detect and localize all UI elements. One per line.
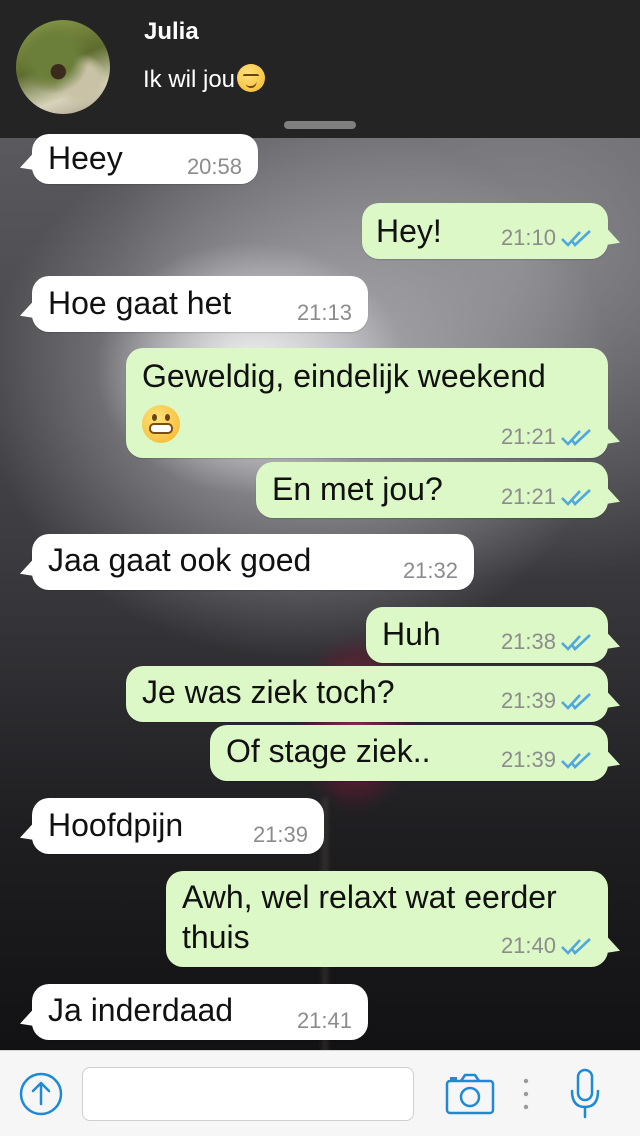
message-time-row: 21:39	[501, 688, 594, 714]
message-input-bar	[0, 1050, 640, 1136]
smirking-face-emoji-icon	[237, 64, 266, 92]
message-incoming[interactable]: Heey 20:58	[32, 134, 258, 184]
grinning-face-emoji-icon	[142, 405, 180, 443]
message-time: 21:38	[500, 629, 556, 654]
message-time: 21:21	[500, 424, 556, 449]
message-outgoing[interactable]: Hey! 21:10	[362, 203, 608, 259]
message-text: Heey	[48, 140, 123, 176]
message-text: Hoofdpijn	[48, 807, 184, 843]
read-receipt-icon	[561, 634, 591, 651]
read-receipt-icon	[561, 693, 591, 710]
message-outgoing[interactable]: Je was ziek toch? 21:39	[126, 666, 608, 722]
wallpaper-flower	[300, 638, 410, 808]
message-text: Of stage ziek..	[226, 733, 431, 769]
message-time: 20:58	[186, 154, 242, 179]
message-incoming[interactable]: Hoe gaat het 21:13	[32, 276, 368, 332]
message-time-row: 21:10	[501, 225, 594, 251]
message-outgoing[interactable]: Of stage ziek.. 21:39	[210, 725, 608, 781]
message-time-row: 21:21	[501, 484, 594, 510]
message-time: 21:39	[252, 822, 308, 847]
message-incoming[interactable]: Ja inderdaad 21:41	[32, 984, 368, 1040]
message-time: 21:40	[500, 933, 556, 958]
message-text: Ja inderdaad	[48, 992, 234, 1028]
message-text: Hey!	[376, 213, 442, 249]
chat-header[interactable]: Julia Ik wil jou	[0, 0, 640, 138]
message-text: Je was ziek toch?	[142, 674, 395, 710]
message-outgoing[interactable]: Huh 21:38	[366, 607, 608, 663]
message-time-row: 21:21	[501, 424, 594, 450]
message-text: Geweldig, eindelijk weekend	[142, 358, 546, 394]
message-text: En met jou?	[272, 471, 443, 507]
message-time: 21:39	[500, 747, 556, 772]
message-outgoing[interactable]: Geweldig, eindelijk weekend 21:21	[126, 348, 608, 458]
read-receipt-icon	[561, 429, 591, 446]
message-time: 21:41	[296, 1008, 352, 1033]
contact-status-text: Ik wil jou	[143, 66, 236, 93]
message-time: 21:13	[296, 300, 352, 325]
contact-name[interactable]: Julia	[144, 18, 199, 46]
more-dots-icon[interactable]	[522, 1076, 530, 1112]
message-time: 21:39	[500, 688, 556, 713]
message-time: 21:10	[500, 225, 556, 250]
message-text: Huh	[382, 616, 441, 652]
message-text: Jaa gaat ook goed	[48, 542, 312, 578]
upload-arrow-icon[interactable]	[18, 1071, 64, 1117]
contact-status: Ik wil jou	[143, 64, 266, 94]
microphone-icon[interactable]	[568, 1067, 602, 1121]
message-time-row: 21:38	[501, 629, 594, 655]
message-input[interactable]	[82, 1067, 414, 1121]
message-text-line-2: thuis	[182, 919, 250, 955]
message-time-row: 21:40	[501, 933, 594, 959]
camera-icon[interactable]	[444, 1071, 496, 1117]
message-time: 21:32	[402, 558, 458, 583]
message-outgoing[interactable]: En met jou? 21:21	[256, 462, 608, 518]
message-incoming[interactable]: Hoofdpijn 21:39	[32, 798, 324, 854]
message-time-row: 21:39	[501, 747, 594, 773]
read-receipt-icon	[561, 230, 591, 247]
read-receipt-icon	[561, 752, 591, 769]
message-outgoing[interactable]: Awh, wel relaxt wat eerder thuis 21:40	[166, 871, 608, 967]
message-incoming[interactable]: Jaa gaat ook goed 21:32	[32, 534, 474, 590]
message-time: 21:21	[500, 484, 556, 509]
contact-avatar[interactable]	[16, 20, 110, 114]
pull-handle[interactable]	[284, 121, 356, 129]
message-text-line-1: Awh, wel relaxt wat eerder	[182, 879, 557, 915]
message-text: Hoe gaat het	[48, 285, 232, 321]
read-receipt-icon	[561, 938, 591, 955]
read-receipt-icon	[561, 489, 591, 506]
